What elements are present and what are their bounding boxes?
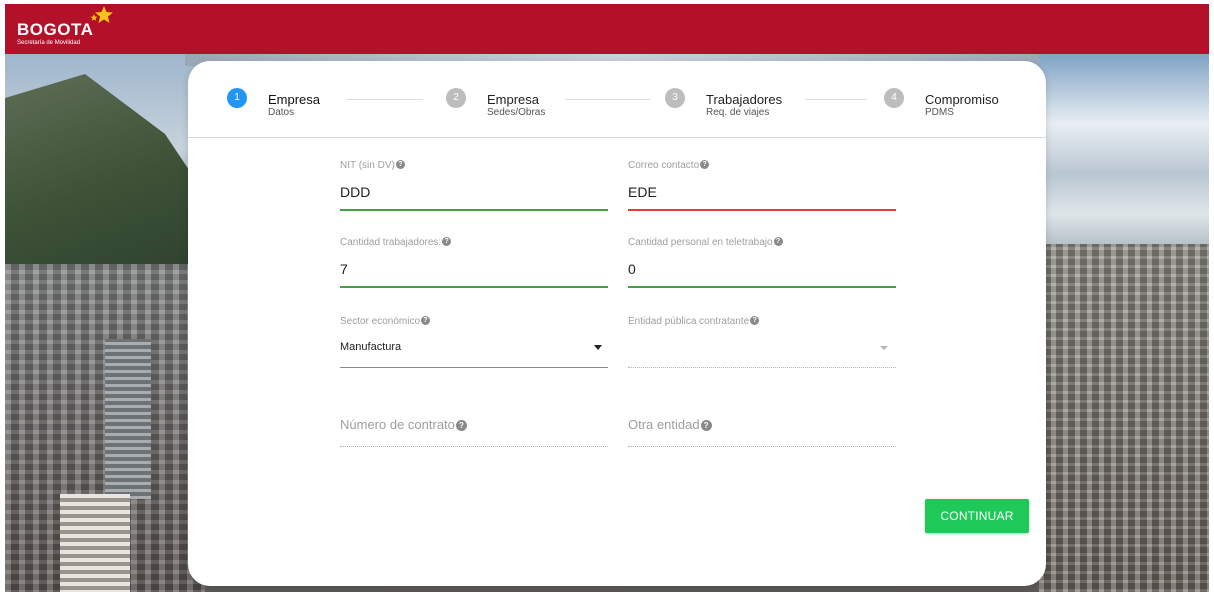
nit-underline	[340, 209, 608, 211]
numero-contrato-placeholder: Número de contrato?	[340, 417, 467, 432]
nit-label: NIT (sin DV)?	[340, 160, 405, 171]
correo-label: Correo contacto?	[628, 160, 710, 171]
entidad-publica-label-text: Entidad pública contratante	[628, 316, 750, 327]
cantidad-trabajadores-label-text: Cantidad trabajadores:	[340, 237, 442, 248]
chevron-down-icon[interactable]	[880, 346, 888, 350]
teletrabajo-underline	[628, 286, 896, 288]
logo-subtitle: Secretaría de Movilidad	[17, 40, 81, 46]
sector-economico-label: Sector económico?	[340, 316, 431, 327]
background-city-right	[1039, 244, 1209, 592]
teletrabajo-label-text: Cantidad personal en teletrabajo	[628, 237, 773, 248]
teletrabajo-label: Cantidad personal en teletrabajo?	[628, 237, 783, 248]
step-number-badge: 3	[665, 88, 685, 108]
chevron-down-icon[interactable]	[594, 345, 602, 350]
help-icon[interactable]: ?	[750, 316, 760, 325]
sector-economico-label-text: Sector económico	[340, 316, 421, 327]
step-number-badge: 1	[227, 88, 247, 108]
step-subtitle: Req. de viajes	[706, 107, 770, 118]
numero-contrato-field[interactable]: Número de contrato?	[340, 417, 608, 451]
continue-button[interactable]: CONTINUAR	[925, 499, 1029, 533]
step-number-badge: 2	[446, 88, 466, 108]
step-connector	[565, 99, 650, 100]
otra-entidad-label-text: Otra entidad	[628, 417, 700, 432]
registration-card: 1 Empresa Datos 2 Empresa Sedes/Obras 3 …	[188, 61, 1046, 586]
step-title: Compromiso	[925, 92, 999, 107]
step-subtitle: Sedes/Obras	[487, 107, 546, 118]
nit-input[interactable]: DDD	[340, 184, 370, 200]
frame-left	[0, 0, 5, 592]
sector-economico-value: Manufactura	[340, 341, 402, 353]
background-building	[60, 494, 130, 592]
numero-contrato-underline	[340, 446, 608, 447]
background-tower	[105, 339, 151, 499]
step-title: Empresa	[487, 92, 540, 107]
step-subtitle: Datos	[268, 107, 295, 118]
nit-field[interactable]: NIT (sin DV)? DDD	[340, 160, 608, 214]
otra-entidad-underline	[628, 446, 896, 447]
correo-underline-error	[628, 209, 896, 211]
sector-economico-select[interactable]: Sector económico? Manufactura	[340, 316, 608, 370]
frame-right	[1209, 0, 1214, 592]
teletrabajo-field[interactable]: Cantidad personal en teletrabajo? 0	[628, 237, 896, 291]
cantidad-trabajadores-field[interactable]: Cantidad trabajadores:? 7	[340, 237, 608, 291]
help-icon[interactable]: ?	[455, 420, 467, 431]
cantidad-trabajadores-underline	[340, 286, 608, 288]
entidad-publica-label: Entidad pública contratante?	[628, 316, 760, 327]
correo-input[interactable]: EDE	[628, 184, 657, 200]
step-connector	[805, 99, 867, 100]
help-icon[interactable]: ?	[700, 160, 710, 169]
help-icon[interactable]: ?	[700, 420, 712, 431]
help-icon[interactable]: ?	[395, 160, 405, 169]
step-title: Empresa	[268, 92, 321, 107]
step-subtitle: PDMS	[925, 107, 954, 118]
cantidad-trabajadores-input[interactable]: 7	[340, 261, 348, 277]
numero-contrato-label-text: Número de contrato	[340, 417, 455, 432]
help-icon[interactable]: ?	[421, 316, 431, 325]
sector-economico-underline	[340, 367, 608, 368]
cantidad-trabajadores-label: Cantidad trabajadores:?	[340, 237, 452, 248]
stepper: 1 Empresa Datos 2 Empresa Sedes/Obras 3 …	[188, 61, 1046, 138]
correo-label-text: Correo contacto	[628, 160, 700, 171]
help-icon[interactable]: ?	[773, 237, 783, 246]
entidad-publica-underline	[628, 367, 896, 368]
background-sky-right	[1039, 54, 1209, 254]
logo-wordmark: BOGOTA	[17, 20, 94, 39]
step-number-badge: 4	[884, 88, 904, 108]
step-title: Trabajadores	[706, 92, 783, 107]
help-icon[interactable]: ?	[442, 237, 452, 246]
step-connector	[346, 99, 423, 100]
otra-entidad-field[interactable]: Otra entidad?	[628, 417, 896, 451]
entidad-publica-select[interactable]: Entidad pública contratante?	[628, 316, 896, 370]
nit-label-text: NIT (sin DV)	[340, 160, 395, 171]
bogota-logo[interactable]: BOGOTA Secretaría de Movilidad	[17, 6, 127, 52]
correo-field[interactable]: Correo contacto? EDE	[628, 160, 896, 214]
teletrabajo-input[interactable]: 0	[628, 261, 636, 277]
app-header: BOGOTA Secretaría de Movilidad	[5, 4, 1209, 54]
otra-entidad-placeholder: Otra entidad?	[628, 417, 712, 432]
